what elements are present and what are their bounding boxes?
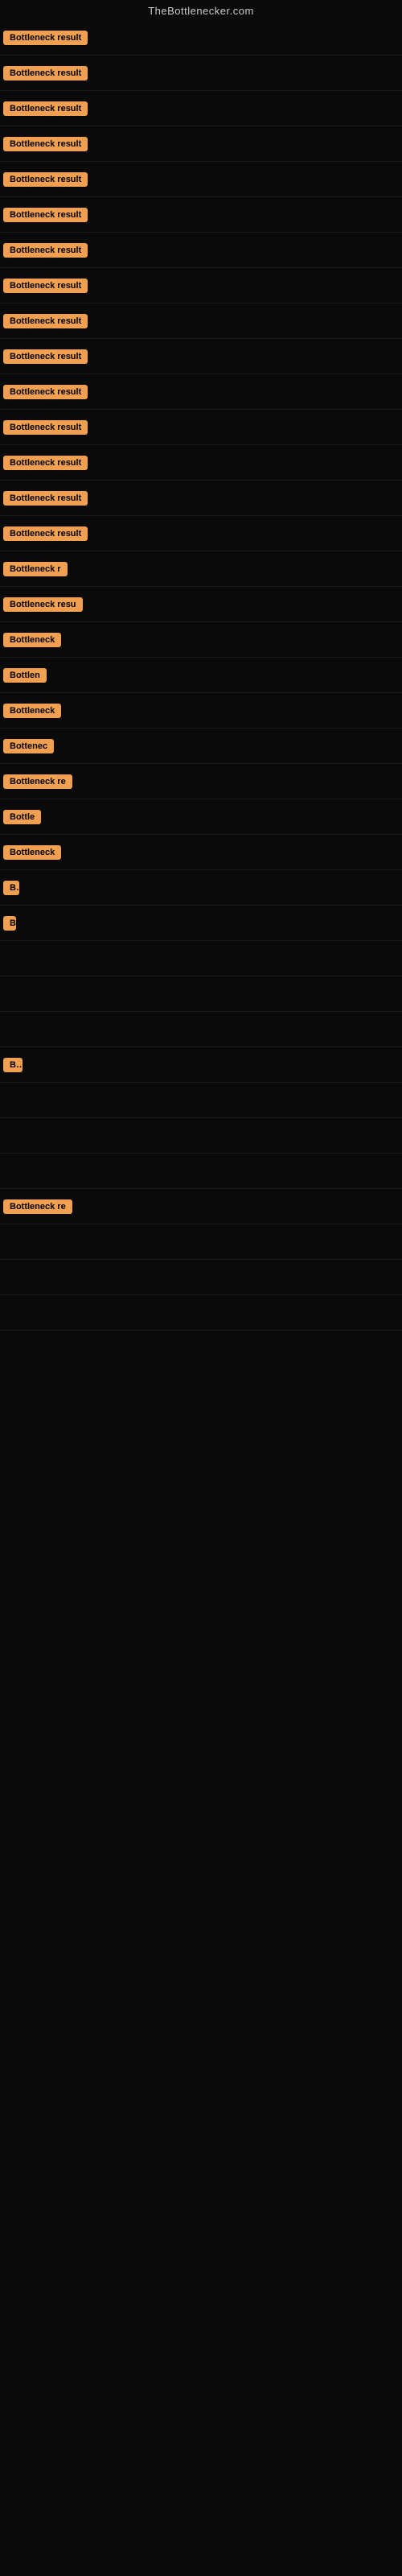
- bottleneck-result-badge[interactable]: Bottleneck result: [3, 349, 88, 364]
- list-item: Bottleneck result: [0, 339, 402, 374]
- list-item: Bottleneck result: [0, 233, 402, 268]
- bottleneck-result-badge[interactable]: B: [3, 916, 16, 931]
- list-item: Bottleneck result: [0, 20, 402, 56]
- bottleneck-result-badge[interactable]: Bottleneck re: [3, 774, 72, 789]
- bottleneck-result-badge[interactable]: Bottleneck r: [3, 562, 68, 576]
- list-item: Bottleneck resu: [0, 587, 402, 622]
- list-item: [0, 976, 402, 1012]
- list-item: Bottle: [0, 799, 402, 835]
- list-item: Bottleneck result: [0, 481, 402, 516]
- list-item: Bottleneck result: [0, 268, 402, 303]
- list-item: Bottleneck re: [0, 1189, 402, 1224]
- bottleneck-result-badge[interactable]: Bottlen: [3, 668, 47, 683]
- bottleneck-result-badge[interactable]: Bottleneck result: [3, 526, 88, 541]
- list-item: Bottleneck: [0, 622, 402, 658]
- list-item: Bottleneck result: [0, 162, 402, 197]
- bottleneck-result-badge[interactable]: Bottleneck: [3, 845, 61, 860]
- bottleneck-result-badge[interactable]: Bottleneck result: [3, 66, 88, 80]
- list-item: Bottleneck result: [0, 445, 402, 481]
- list-item: [0, 1224, 402, 1260]
- bottleneck-result-badge[interactable]: Bo: [3, 1058, 23, 1072]
- bottleneck-result-badge[interactable]: Bottleneck result: [3, 172, 88, 187]
- list-item: Bottleneck: [0, 693, 402, 729]
- bottleneck-result-badge[interactable]: Bottleneck result: [3, 101, 88, 116]
- list-item: Bottleneck result: [0, 197, 402, 233]
- list-item: [0, 1295, 402, 1331]
- list-item: Bottleneck re: [0, 764, 402, 799]
- bottleneck-result-badge[interactable]: Bottleneck result: [3, 385, 88, 399]
- bottleneck-result-badge[interactable]: Bottleneck result: [3, 491, 88, 506]
- list-item: Bottleneck result: [0, 374, 402, 410]
- list-item: [0, 1260, 402, 1295]
- list-item: B: [0, 870, 402, 906]
- bottleneck-result-badge[interactable]: Bottleneck: [3, 704, 61, 718]
- header: TheBottlenecker.com: [0, 0, 402, 20]
- list-item: Bottleneck result: [0, 56, 402, 91]
- bottleneck-result-badge[interactable]: Bottleneck result: [3, 420, 88, 435]
- list-item: [0, 1083, 402, 1118]
- list-item: Bottleneck result: [0, 303, 402, 339]
- bottleneck-result-badge[interactable]: Bottleneck result: [3, 137, 88, 151]
- bottleneck-result-badge[interactable]: Bottleneck result: [3, 456, 88, 470]
- bottleneck-result-badge[interactable]: B: [3, 881, 19, 895]
- list-item: [0, 941, 402, 976]
- list-item: B: [0, 906, 402, 941]
- list-item: [0, 1012, 402, 1047]
- bottleneck-result-badge[interactable]: Bottleneck result: [3, 31, 88, 45]
- list-item: Bottleneck result: [0, 516, 402, 551]
- list-item: [0, 1118, 402, 1154]
- bottleneck-result-badge[interactable]: Bottleneck result: [3, 243, 88, 258]
- bottleneck-result-badge[interactable]: Bottenec: [3, 739, 54, 753]
- bottleneck-result-badge[interactable]: Bottleneck result: [3, 314, 88, 328]
- list-item: Bottleneck result: [0, 410, 402, 445]
- list-item: Bottenec: [0, 729, 402, 764]
- bottleneck-result-badge[interactable]: Bottle: [3, 810, 41, 824]
- list-item: Bo: [0, 1047, 402, 1083]
- bottleneck-result-badge[interactable]: Bottleneck: [3, 633, 61, 647]
- list-item: [0, 1154, 402, 1189]
- list-item: Bottleneck result: [0, 126, 402, 162]
- bottleneck-result-badge[interactable]: Bottleneck resu: [3, 597, 83, 612]
- list-item: Bottleneck r: [0, 551, 402, 587]
- bottleneck-result-badge[interactable]: Bottleneck re: [3, 1199, 72, 1214]
- list-item: Bottleneck: [0, 835, 402, 870]
- site-title: TheBottlenecker.com: [148, 5, 254, 17]
- bottleneck-result-badge[interactable]: Bottleneck result: [3, 208, 88, 222]
- list-item: Bottlen: [0, 658, 402, 693]
- bottleneck-result-badge[interactable]: Bottleneck result: [3, 279, 88, 293]
- list-item: Bottleneck result: [0, 91, 402, 126]
